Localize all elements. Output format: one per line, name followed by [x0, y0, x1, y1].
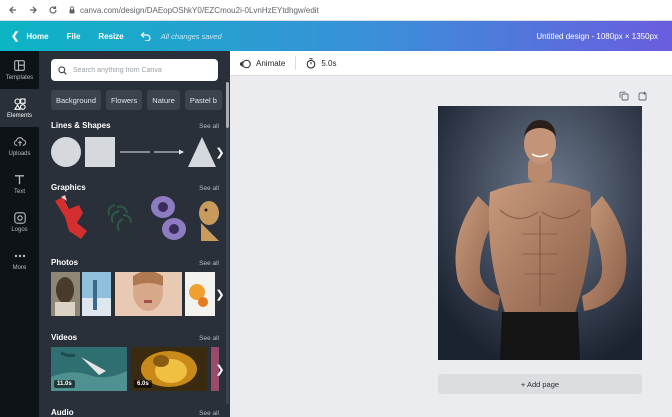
rail-label-more: More	[12, 264, 27, 271]
section-title-audio: Audio	[51, 408, 74, 417]
chip-background[interactable]: Background	[51, 90, 102, 110]
canvas-area: + Add page	[230, 76, 672, 417]
forward-arrow-icon[interactable]	[26, 3, 40, 17]
reload-icon[interactable]	[46, 3, 60, 17]
search-box[interactable]	[51, 59, 218, 81]
video-thumb-fire[interactable]: 6.0s	[131, 347, 207, 391]
panel-scrollbar-thumb[interactable]	[226, 82, 229, 128]
page-tools	[610, 91, 648, 101]
rail-item-uploads[interactable]: Uploads	[0, 127, 39, 165]
browser-bar: canva.com/design/DAEopOShkY0/EZCmou2i-0L…	[0, 0, 672, 21]
address-bar[interactable]: canva.com/design/DAEopOShkY0/EZCmou2i-0L…	[68, 3, 319, 18]
graphic-green-leaves	[107, 198, 132, 238]
rail-item-logos[interactable]: Logos	[0, 203, 39, 241]
editor-header: ❮ Home File Resize All changes saved Unt…	[0, 21, 672, 51]
see-all-lines-shapes[interactable]: See all	[199, 123, 219, 130]
arrow-head-shape	[179, 149, 184, 155]
graphic-purple-flowers	[151, 196, 186, 240]
duplicate-page-icon[interactable]	[619, 91, 629, 101]
editor-toolbar: Animate 5.0s	[230, 51, 672, 76]
duration-label: 5.0s	[321, 58, 337, 68]
square-shape	[85, 137, 115, 167]
section-title-photos: Photos	[51, 258, 79, 267]
see-all-videos[interactable]: See all	[199, 335, 219, 342]
design-page[interactable]	[438, 106, 642, 360]
chip-nature[interactable]: Nature	[147, 90, 180, 110]
animate-button[interactable]: Animate	[230, 51, 285, 76]
file-menu-button[interactable]: File	[58, 21, 90, 51]
chip-pastel[interactable]: Pastel b	[184, 90, 222, 110]
rail-label-uploads: Uploads	[8, 150, 31, 157]
rail-item-templates[interactable]: Templates	[0, 51, 39, 89]
url-text: canva.com/design/DAEopOShkY0/EZCmou2i-0L…	[80, 5, 319, 15]
lines-shapes-next-button[interactable]: ❯	[214, 130, 226, 174]
timer-icon	[307, 57, 316, 68]
graphic-red-figure	[55, 195, 87, 239]
undo-icon	[140, 32, 151, 41]
graphics-row	[51, 195, 219, 241]
graphic-dog	[199, 201, 219, 241]
search-input[interactable]	[73, 66, 213, 74]
templates-icon	[14, 60, 26, 72]
more-dots-icon	[14, 250, 26, 262]
chevron-left-icon: ❮	[11, 30, 20, 42]
side-rail: Templates Elements Uploads Text Logos Mo…	[0, 51, 39, 417]
lines-shapes-row	[51, 130, 219, 174]
triangle-shape	[188, 137, 216, 167]
undo-button[interactable]	[133, 21, 157, 51]
logos-icon	[13, 211, 26, 224]
photos-next-button[interactable]: ❯	[214, 272, 226, 316]
elements-panel: Background Flowers Nature Pastel b Lines…	[39, 51, 230, 417]
videos-next-button[interactable]: ❯	[214, 347, 226, 391]
photos-row	[51, 272, 219, 316]
see-all-audio[interactable]: See all	[199, 410, 219, 417]
chip-flowers[interactable]: Flowers	[106, 90, 143, 110]
animate-icon	[240, 59, 251, 68]
add-page-button[interactable]: + Add page	[438, 374, 642, 394]
add-page-label: + Add page	[520, 379, 560, 389]
home-label: Home	[26, 31, 49, 41]
resize-label: Resize	[98, 31, 124, 41]
rail-item-more[interactable]: More	[0, 241, 39, 279]
animate-label: Animate	[256, 58, 286, 68]
rail-item-elements[interactable]: Elements	[0, 89, 39, 127]
add-page-icon[interactable]	[638, 91, 648, 101]
circle-shape	[51, 137, 81, 167]
videos-row: 11.0s 6.0s	[51, 347, 219, 391]
suggestion-chips: Background Flowers Nature Pastel b	[51, 90, 226, 110]
section-title-graphics: Graphics	[51, 183, 86, 192]
rail-label-elements: Elements	[6, 112, 32, 119]
search-icon	[58, 65, 67, 75]
video-duration-badge: 6.0s	[134, 380, 152, 388]
upload-cloud-icon	[13, 136, 26, 148]
section-title-videos: Videos	[51, 333, 78, 342]
see-all-photos[interactable]: See all	[199, 260, 219, 267]
text-icon	[14, 174, 26, 186]
rail-label-logos: Logos	[11, 226, 28, 233]
placed-photo-shirtless-man[interactable]	[438, 106, 642, 360]
resize-button[interactable]: Resize	[89, 21, 132, 51]
document-title[interactable]: Untitled design - 1080px × 1350px	[536, 21, 658, 51]
file-label: File	[66, 31, 81, 41]
back-arrow-icon[interactable]	[6, 3, 20, 17]
see-all-graphics[interactable]: See all	[199, 185, 219, 192]
video-thumb-aerial[interactable]: 11.0s	[51, 347, 127, 391]
home-button[interactable]: ❮ Home	[0, 21, 58, 51]
section-title-lines-shapes: Lines & Shapes	[51, 121, 111, 130]
rail-label-text: Text	[13, 188, 25, 195]
elements-icon	[13, 97, 26, 110]
duration-button[interactable]: 5.0s	[296, 51, 336, 76]
rail-label-templates: Templates	[5, 74, 34, 81]
save-status: All changes saved	[160, 31, 222, 41]
video-duration-badge: 11.0s	[54, 380, 75, 388]
lock-icon	[69, 6, 75, 14]
rail-item-text[interactable]: Text	[0, 165, 39, 203]
